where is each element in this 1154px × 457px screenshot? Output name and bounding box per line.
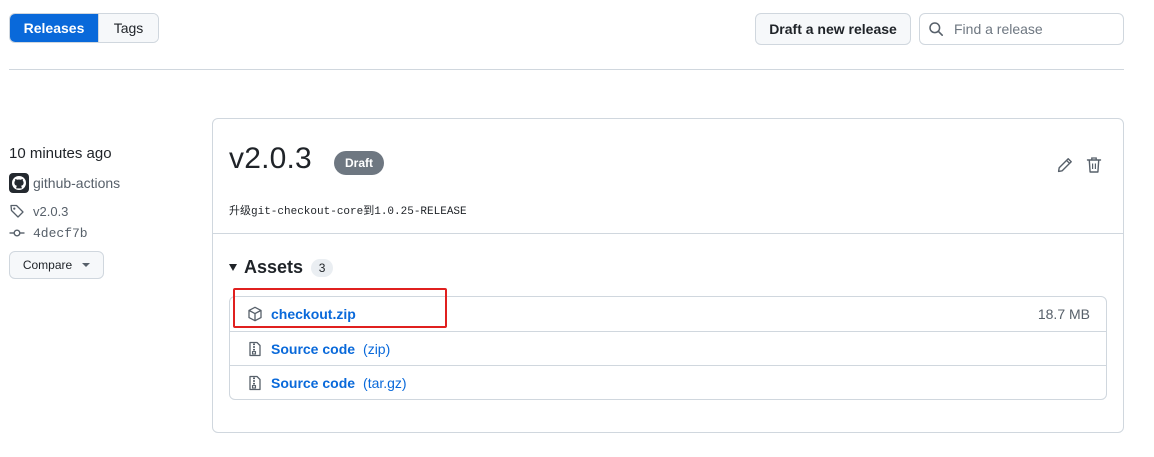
compare-label: Compare — [22, 258, 73, 272]
search-icon — [929, 22, 943, 36]
asset-link-checkout-zip[interactable]: checkout.zip — [271, 306, 356, 322]
search-input[interactable] — [952, 20, 1116, 38]
file-zip-icon — [247, 375, 263, 391]
header-divider — [9, 69, 1124, 70]
tag-name[interactable]: v2.0.3 — [33, 204, 68, 219]
avatar[interactable] — [9, 173, 29, 193]
release-search-box[interactable] — [919, 13, 1124, 45]
asset-format[interactable]: (zip) — [363, 341, 390, 357]
trash-icon[interactable] — [1086, 156, 1102, 173]
assets-toggle[interactable]: Assets 3 — [229, 257, 334, 278]
tag-icon — [9, 203, 25, 219]
list-item: checkout.zip 18.7 MB — [230, 297, 1106, 331]
github-logo-icon — [12, 176, 26, 190]
author-name[interactable]: github-actions — [33, 175, 120, 191]
release-commit[interactable]: 4decf7b — [9, 223, 199, 243]
commit-sha[interactable]: 4decf7b — [33, 226, 88, 241]
chevron-down-icon — [82, 263, 91, 267]
assets-title: Assets — [244, 257, 304, 277]
package-icon — [247, 306, 263, 322]
asset-size: 18.7 MB — [1037, 306, 1090, 322]
file-zip-icon — [247, 341, 263, 357]
assets-list: checkout.zip 18.7 MB Source code (zip) S… — [229, 296, 1107, 400]
git-commit-icon — [9, 225, 25, 241]
pencil-icon[interactable] — [1057, 157, 1073, 173]
release-description: 升级git-checkout-core到1.0.25-RELEASE — [229, 206, 467, 218]
release-time: 10 minutes ago — [9, 145, 112, 162]
assets-count-badge: 3 — [311, 258, 334, 277]
asset-format[interactable]: (tar.gz) — [363, 375, 407, 391]
list-item: Source code (zip) — [230, 331, 1106, 365]
release-author[interactable]: github-actions — [9, 172, 199, 194]
card-divider — [213, 233, 1123, 234]
releases-page: Releases Tags Draft a new release 10 min… — [0, 0, 1154, 457]
tab-tags[interactable]: Tags — [98, 14, 158, 42]
triangle-down-icon — [229, 264, 237, 271]
tab-releases[interactable]: Releases — [10, 14, 98, 42]
release-meta: 10 minutes ago github-actions v2.0.3 4de… — [9, 140, 199, 279]
asset-link-source-targz[interactable]: Source code — [271, 375, 355, 391]
asset-link-source-zip[interactable]: Source code — [271, 341, 355, 357]
releases-tags-switch: Releases Tags — [9, 13, 159, 43]
release-tag[interactable]: v2.0.3 — [9, 201, 199, 221]
draft-new-release-button[interactable]: Draft a new release — [755, 13, 911, 45]
release-card: v2.0.3 Draft 升级git-checkout-core到1.0.25-… — [212, 118, 1124, 433]
release-title[interactable]: v2.0.3 — [229, 142, 312, 176]
status-badge: Draft — [334, 151, 384, 175]
compare-button[interactable]: Compare — [9, 251, 104, 279]
list-item: Source code (tar.gz) — [230, 365, 1106, 399]
